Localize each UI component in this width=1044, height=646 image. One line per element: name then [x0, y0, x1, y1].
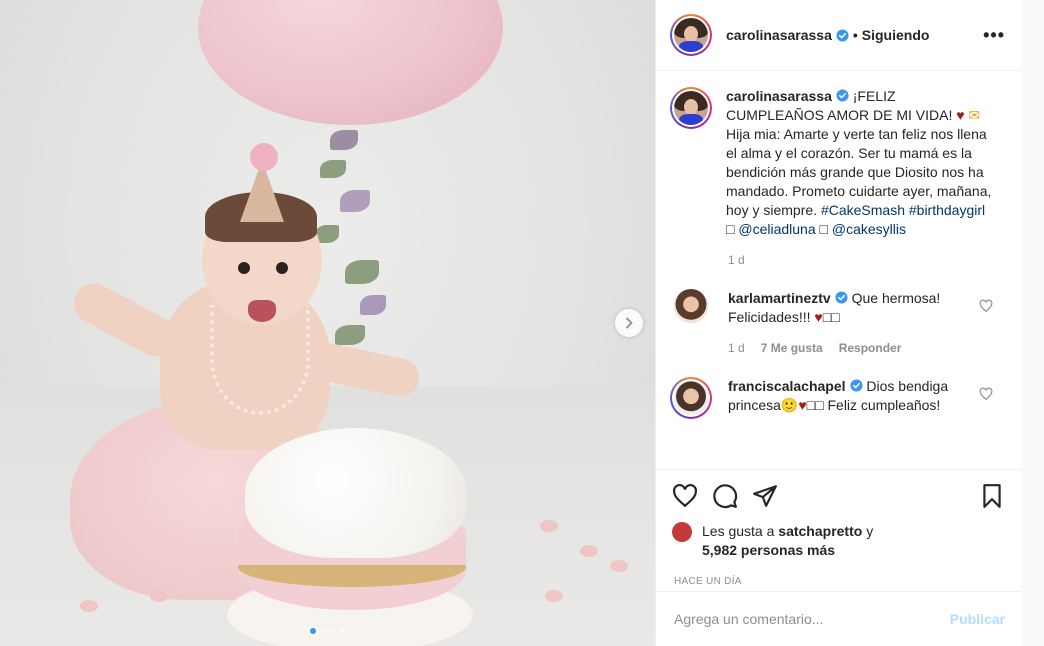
page-margin — [1021, 0, 1044, 646]
heart-emoji-icon: ♥ — [814, 309, 823, 325]
mention-celiadluna[interactable]: @celiadluna — [738, 221, 815, 237]
next-photo-button[interactable] — [615, 309, 643, 337]
heart-emoji-icon: ♥ — [956, 107, 965, 123]
petal — [150, 590, 168, 602]
comment-time[interactable]: 1 d — [728, 341, 745, 355]
chevron-right-icon — [626, 317, 633, 329]
liker-avatar[interactable] — [672, 522, 692, 542]
baby-eye — [276, 262, 288, 274]
commenter-avatar[interactable] — [670, 377, 712, 419]
baby-left-arm — [67, 276, 183, 364]
comment-meta: 1 d 7 Me gusta Responder — [728, 341, 1005, 355]
likes-count[interactable]: 5,982 personas más — [702, 542, 835, 558]
comment-body-2: Feliz cumpleaños! — [827, 397, 941, 413]
carousel-dot — [330, 628, 336, 634]
reply-button[interactable]: Responder — [839, 341, 902, 355]
publish-button[interactable]: Publicar — [950, 611, 1005, 627]
verified-badge-icon — [835, 291, 848, 304]
envelope-emoji-icon: ✉ — [968, 107, 981, 123]
commenter-avatar[interactable] — [674, 289, 708, 323]
comments-list: carolinasarassa ¡FELIZ CUMPLEAÑOS AMOR D… — [656, 71, 1021, 470]
post-actions — [656, 470, 1021, 522]
comment-likes[interactable]: 7 Me gusta — [761, 341, 823, 355]
add-comment-bar: Publicar — [656, 591, 1021, 646]
verified-badge-icon — [849, 379, 863, 392]
comment-text: karlamartineztv Que hermosa! Felicidades… — [728, 289, 978, 327]
smile-emoji-icon: 🙂 — [780, 397, 799, 413]
petal — [545, 590, 563, 602]
emoji-box-icon: □ — [726, 221, 735, 237]
likes-prefix: Les gusta a — [702, 523, 775, 539]
caption-author-avatar[interactable] — [670, 87, 712, 129]
party-hat-pompom — [250, 143, 278, 171]
petal — [80, 600, 98, 612]
caption-hashtags[interactable]: #CakeSmash #birthdaygirl — [821, 202, 985, 218]
paper-plane-icon — [753, 485, 777, 507]
caption-text: carolinasarassa ¡FELIZ CUMPLEAÑOS AMOR D… — [726, 87, 996, 239]
like-comment-heart-icon[interactable] — [979, 387, 993, 401]
mention-cakesyllis[interactable]: @cakesyllis — [832, 221, 906, 237]
heart-emoji-icon: ♥ — [798, 397, 807, 413]
comment-item: franciscalachapel Dios bendiga princesa🙂… — [670, 377, 1005, 419]
emoji-box-icon: □□ — [806, 397, 824, 413]
commenter-username[interactable]: karlamartineztv — [728, 290, 831, 306]
baby-eye — [238, 262, 250, 274]
comment-item: karlamartineztv Que hermosa! Felicidades… — [670, 289, 1005, 327]
petal — [580, 545, 598, 557]
petal — [610, 560, 628, 572]
comment-bubble-icon — [713, 484, 738, 509]
post-timestamp[interactable]: HACE UN DÍA — [656, 560, 1021, 587]
heart-icon — [673, 483, 697, 508]
more-options-icon[interactable]: ••• — [983, 25, 1005, 46]
follow-separator: • — [852, 27, 858, 43]
likes-summary: Les gusta a satchapretto y 5,982 persona… — [656, 522, 1021, 560]
caption-username[interactable]: carolinasarassa — [726, 88, 832, 104]
cake-frosting — [245, 428, 467, 558]
petal — [540, 520, 558, 532]
commenter-username[interactable]: franciscalachapel — [728, 378, 846, 394]
author-username[interactable]: carolinasarassa — [726, 27, 832, 43]
bookmark-icon — [983, 484, 1001, 508]
carousel-dot — [340, 628, 346, 634]
post-side-panel: carolinasarassa • Siguiendo ••• carolina… — [655, 0, 1021, 646]
like-button[interactable] — [672, 483, 698, 509]
likes-conjunction: y — [866, 523, 874, 539]
post-photo[interactable] — [0, 0, 655, 646]
following-button[interactable]: Siguiendo — [862, 27, 930, 43]
verified-badge-icon — [836, 28, 849, 42]
comment-text: franciscalachapel Dios bendiga princesa🙂… — [728, 377, 978, 419]
caption: carolinasarassa ¡FELIZ CUMPLEAÑOS AMOR D… — [670, 87, 1005, 239]
like-comment-heart-icon[interactable] — [979, 299, 993, 313]
emoji-box-icon: □ — [819, 221, 828, 237]
carousel-dots — [310, 628, 346, 634]
save-button[interactable] — [979, 483, 1005, 509]
post-header: carolinasarassa • Siguiendo ••• — [656, 0, 1021, 71]
pearl-necklace — [210, 305, 310, 415]
caption-time[interactable]: 1 d — [728, 253, 1005, 267]
balloon — [198, 0, 503, 125]
liker-username[interactable]: satchapretto — [778, 523, 862, 539]
share-button[interactable] — [752, 483, 778, 509]
carousel-dot-active — [310, 628, 316, 634]
comment-input[interactable] — [674, 611, 950, 627]
author-avatar[interactable] — [670, 14, 712, 56]
carousel-dot — [320, 628, 326, 634]
likes-text: Les gusta a satchapretto y 5,982 persona… — [702, 522, 873, 560]
comment-button[interactable] — [712, 483, 738, 509]
emoji-box-icon: □□ — [822, 309, 840, 325]
verified-badge-icon — [836, 89, 849, 102]
